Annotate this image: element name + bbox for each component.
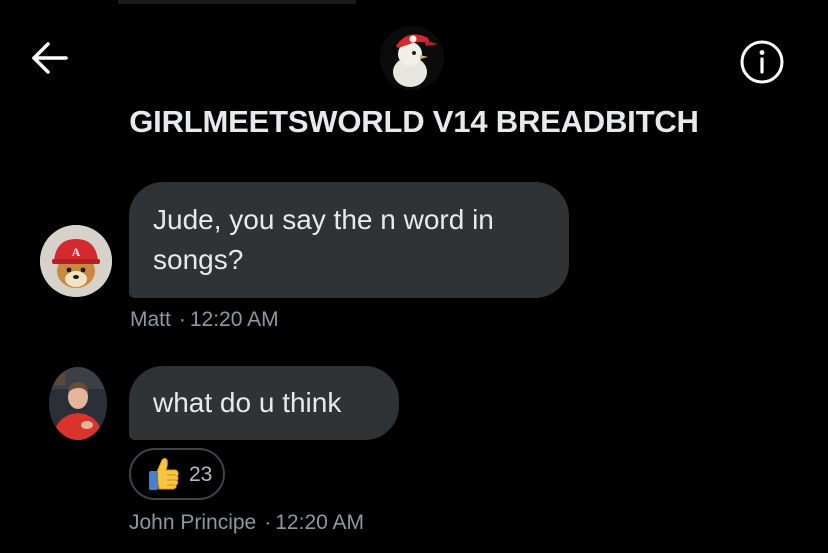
arrow-left-icon xyxy=(32,42,68,74)
thumbs-up-icon xyxy=(149,458,179,490)
message-meta: Matt · 12:20 AM xyxy=(130,308,279,332)
info-button[interactable] xyxy=(736,36,788,88)
message-bubble[interactable]: what do u think xyxy=(129,366,399,440)
person-avatar-image xyxy=(49,367,107,440)
meta-separator: · xyxy=(264,511,272,534)
message-text-line: Jude, you say the n word in xyxy=(153,204,494,235)
sender-name[interactable]: Matt xyxy=(130,308,171,331)
message-text-line: songs? xyxy=(153,244,244,275)
sender-name[interactable]: John Principe xyxy=(129,511,256,534)
shiba-avatar-image: A xyxy=(40,225,112,297)
meta-separator: · xyxy=(178,308,186,331)
group-avatar[interactable] xyxy=(380,26,444,90)
message-time: 12:20 AM xyxy=(275,511,364,534)
message-text-line: what do u think xyxy=(153,387,342,418)
top-divider xyxy=(118,0,356,4)
message-bubble[interactable]: Jude, you say the n word in songs? xyxy=(129,182,569,298)
group-avatar-image xyxy=(380,26,444,90)
reaction-chip[interactable]: 23 xyxy=(129,448,225,500)
reaction-count: 23 xyxy=(189,463,213,486)
svg-text:A: A xyxy=(72,245,81,259)
info-icon xyxy=(740,40,784,84)
avatar-john-principe[interactable] xyxy=(49,367,107,440)
message-time: 12:20 AM xyxy=(189,308,279,331)
back-button[interactable] xyxy=(28,38,72,78)
avatar-matt[interactable]: A xyxy=(40,225,112,297)
message-meta: John Principe · 12:20 AM xyxy=(129,511,364,535)
group-title: GIRLMEETSWORLD V14 BREADBITCH xyxy=(129,104,699,139)
